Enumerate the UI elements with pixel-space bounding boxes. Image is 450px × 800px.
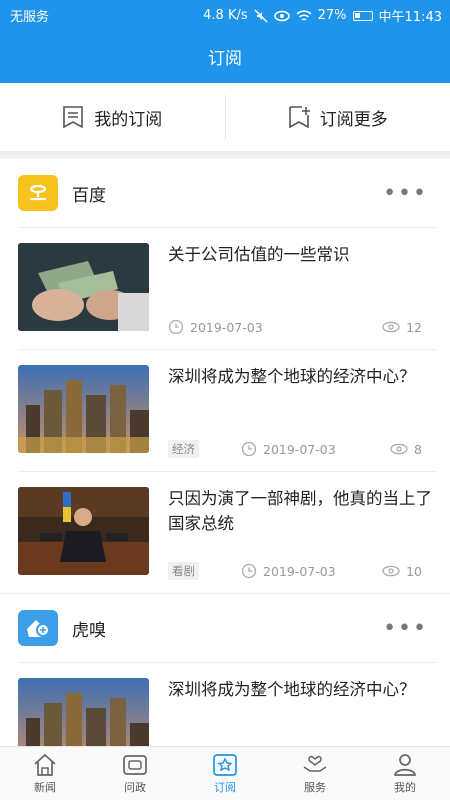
article-views: 8 [390,442,422,457]
clock-icon [241,441,257,457]
article-date: 2019-07-03 [241,563,336,579]
article-thumbnail-parliament [18,487,149,575]
nav-profile[interactable]: 我的 [360,747,450,800]
my-subscriptions-label: 我的订阅 [94,109,163,130]
bookmark-list-icon [63,106,84,129]
views-count: 8 [414,441,422,457]
article-tag: 经济 [168,440,199,458]
network-speed: 4.8 K/s [203,8,248,23]
mute-icon [254,8,268,23]
source-header[interactable]: 虎嗅 ••• [18,594,436,662]
article-meta: 2019-07-03 12 [168,317,422,337]
my-subscriptions-tab[interactable]: 我的订阅 [0,83,225,151]
top-bar: 无服务 4.8 K/s 27% 中午11:43 订阅 [0,0,450,83]
clock-icon [241,563,257,579]
eye-icon [390,443,408,455]
article-meta: 看剧 2019-07-03 10 [168,561,422,581]
article-item[interactable]: 只因为演了一部神剧，他真的当上了国家总统 看剧 2019-07-03 10 [18,471,436,593]
article-date: 2019-07-03 [241,441,336,457]
article-thumbnail-money [18,243,149,331]
subscribe-more-tab[interactable]: 订阅更多 [226,83,450,151]
bottom-navigation: 新闻 问政 订阅 服务 我的 [0,746,450,800]
article-date: 2019-07-03 [168,319,263,335]
house-icon [34,753,56,776]
battery-percent: 27% [317,8,347,23]
article-item[interactable]: 深圳将成为整个地球的经济中心？ 经济 2019-07-03 8 [18,349,436,471]
baidu-logo-icon [29,184,47,201]
source-section: 虎嗅 ••• 深圳将成为整个地球的经济中心？ [0,593,450,746]
wifi-icon [296,9,312,21]
huxiu-logo [18,610,58,646]
article-thumbnail-city [18,365,149,453]
eye-icon [273,10,290,21]
clock-icon [168,319,184,335]
nav-services-label: 服务 [304,780,326,794]
status-right: 4.8 K/s 27% 中午11:43 [203,6,442,25]
nav-news[interactable]: 新闻 [0,747,90,800]
heart-hands-icon [303,755,327,772]
nav-subscribe-label: 订阅 [214,780,236,794]
article-thumbnail-city [18,678,149,746]
baidu-logo [18,175,58,211]
date-text: 2019-07-03 [263,563,336,579]
source-name: 百度 [72,185,106,206]
article-item[interactable]: 关于公司估值的一些常识 2019-07-03 12 [18,227,436,349]
nav-subscribe[interactable]: 订阅 [180,747,270,800]
nav-news-label: 新闻 [34,780,56,794]
huxiu-logo-icon [27,620,50,637]
chat-box-icon [123,754,147,775]
date-text: 2019-07-03 [190,319,263,335]
subscribe-tabs: 我的订阅 订阅更多 [0,83,450,155]
person-icon [394,753,416,776]
page-title: 订阅 [208,49,242,69]
bookmark-plus-icon [288,106,310,129]
nav-profile-label: 我的 [394,780,416,794]
views-count: 10 [406,563,422,579]
subscribe-icon [213,753,237,776]
nav-services[interactable]: 服务 [270,747,360,800]
views-count: 12 [406,319,422,335]
source-name: 虎嗅 [72,620,106,641]
more-options-icon[interactable]: ••• [383,181,428,206]
eye-icon [382,321,400,333]
source-header[interactable]: 百度 ••• [18,159,436,227]
article-views: 10 [382,564,422,579]
article-title: 深圳将成为整个地球的经济中心？ [168,367,416,386]
article-title: 关于公司估值的一些常识 [168,245,350,264]
status-bar: 无服务 4.8 K/s 27% 中午11:43 [0,0,450,28]
article-tag: 看剧 [168,562,199,580]
clock: 中午11:43 [378,10,442,25]
subscribe-more-label: 订阅更多 [319,109,388,130]
article-views: 12 [382,320,422,335]
more-options-icon[interactable]: ••• [383,616,428,641]
battery-icon [352,10,373,21]
nav-inquiry-label: 问政 [124,780,146,794]
carrier-text: 无服务 [10,10,50,25]
date-text: 2019-07-03 [263,441,336,457]
article-item[interactable]: 深圳将成为整个地球的经济中心？ [18,662,436,746]
nav-inquiry[interactable]: 问政 [90,747,180,800]
subscription-feed[interactable]: 百度 ••• 关于公司估值的一些常识 2019-07-03 12 深圳将成为整个… [0,159,450,746]
source-section: 百度 ••• 关于公司估值的一些常识 2019-07-03 12 深圳将成为整个… [0,159,450,593]
article-title: 只因为演了一部神剧，他真的当上了国家总统 [168,489,432,533]
article-meta: 经济 2019-07-03 8 [168,439,422,459]
eye-icon [382,565,400,577]
article-title: 深圳将成为整个地球的经济中心？ [168,680,416,699]
